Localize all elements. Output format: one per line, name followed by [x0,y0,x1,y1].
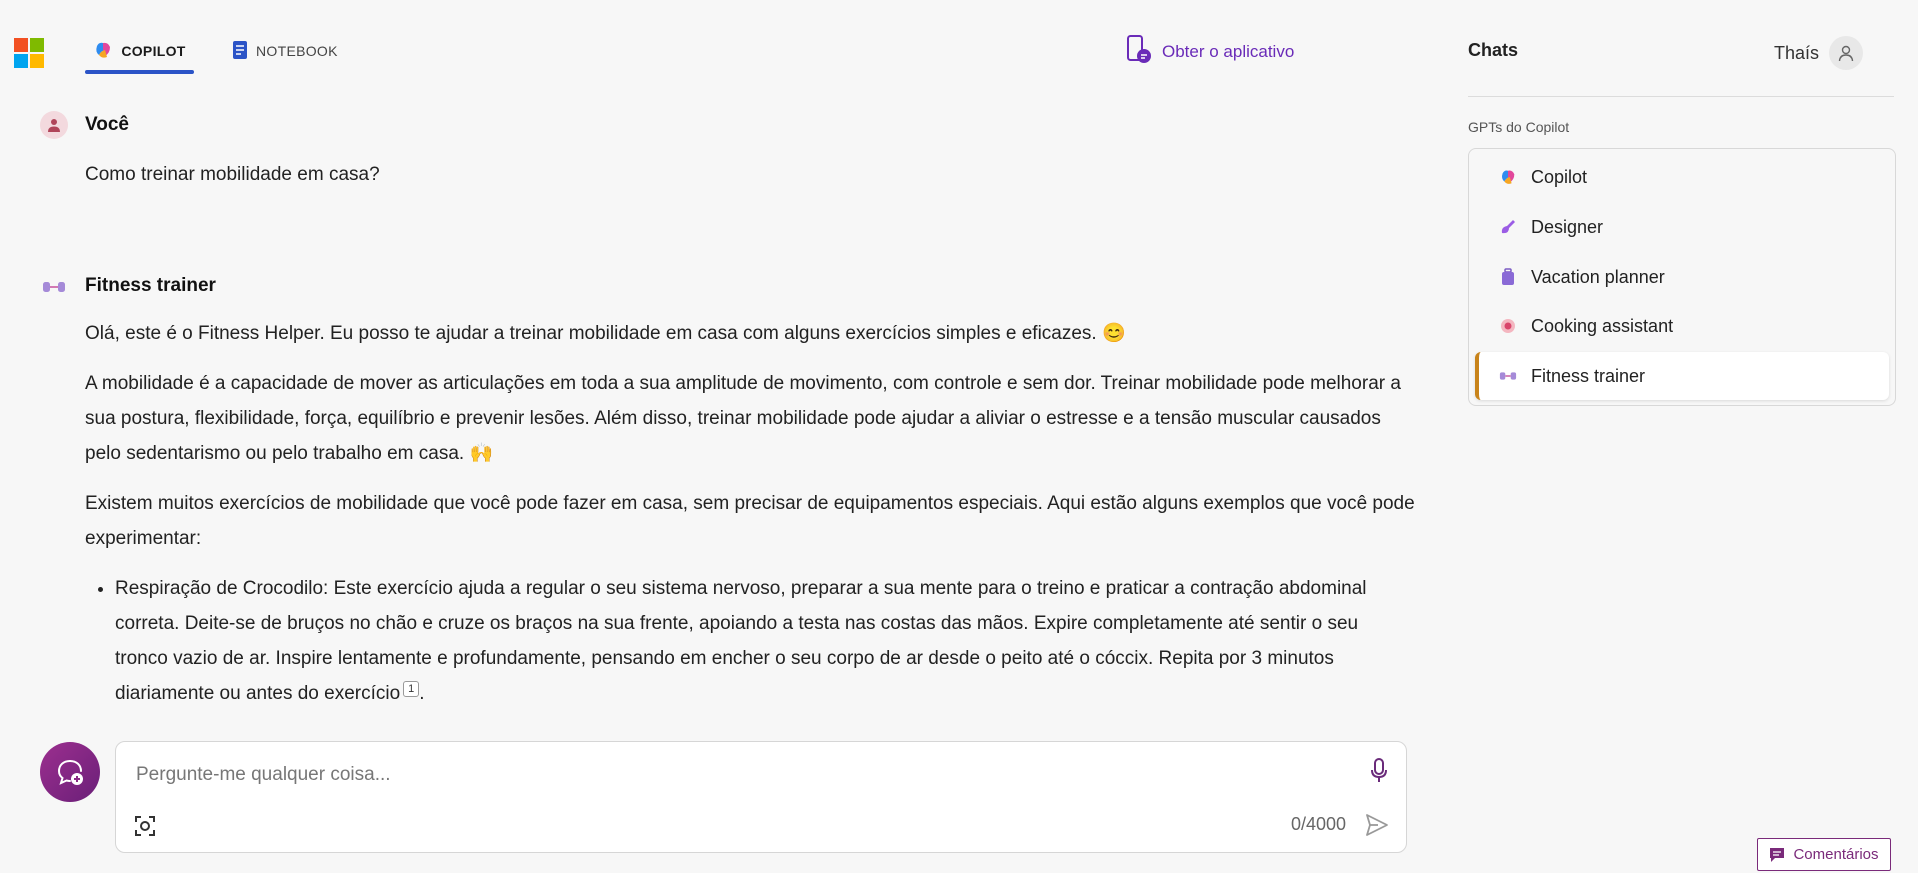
gpt-item-label: Vacation planner [1531,266,1665,287]
chats-title: Chats [1468,40,1519,60]
notebook-icon [232,40,248,63]
cooking-icon [1499,317,1517,335]
get-app-link[interactable]: Obter o aplicativo [1126,34,1294,69]
gpt-item-fitness-trainer[interactable]: Fitness trainer [1475,352,1889,400]
message-bullet-list: Respiração de Crocodilo: Este exercício … [85,571,1415,711]
copilot-icon [1499,168,1517,186]
gpt-item-vacation-planner[interactable]: Vacation planner [1475,253,1889,301]
logo-square-yellow [30,54,44,68]
message-paragraph: A mobilidade é a capacidade de mover as … [85,373,1401,464]
get-app-label: Obter o aplicativo [1162,41,1295,61]
tab-copilot-label: COPILOT [121,43,186,59]
gpt-item-copilot[interactable]: Copilot [1475,153,1889,201]
tab-notebook[interactable]: NOTEBOOK [232,28,338,74]
character-counter: 0/4000 [1290,814,1346,834]
assistant-sender-name: Fitness trainer [85,275,216,296]
copilot-icon [93,40,113,63]
gpts-section-label: GPTs do Copilot [1468,119,1570,135]
new-chat-icon [57,760,83,785]
gpt-item-label: Copilot [1531,166,1588,187]
citation-badge[interactable]: 1 [403,680,420,697]
logo-square-green [30,38,44,52]
gpt-item-cooking-assistant[interactable]: Cooking assistant [1475,302,1889,350]
comment-icon [1770,847,1785,862]
microphone-icon[interactable] [1370,758,1388,789]
dumbbell-icon [1499,367,1517,385]
tab-copilot[interactable]: COPILOT [85,28,194,74]
phone-icon [1126,34,1152,69]
microsoft-logo[interactable] [14,38,44,68]
active-tab-underline [85,70,194,74]
gpt-list: Copilot Designer Vacation planner Cookin… [1468,148,1896,406]
gpt-item-designer[interactable]: Designer [1475,203,1889,251]
logo-square-blue [14,54,28,68]
gpt-item-label: Designer [1531,216,1604,237]
user-sender-name: Você [85,114,130,135]
chat-composer: 0/4000 [115,741,1407,853]
list-item: Respiração de Crocodilo: Este exercício … [115,571,1415,711]
user-avatar [40,111,68,139]
feedback-label: Comentários [1793,846,1879,863]
tab-notebook-label: NOTEBOOK [256,43,338,59]
sidebar-divider [1468,96,1894,97]
list-item-suffix: . [419,683,425,704]
message-paragraph: Existem muitos exercícios de mobilidade … [85,493,1415,549]
assistant-message: Olá, este é o Fitness Helper. Eu posso t… [85,316,1415,711]
logo-square-red [14,38,28,52]
suitcase-icon [1499,268,1517,286]
send-icon[interactable] [1364,812,1390,843]
person-icon [48,119,60,132]
gpt-item-label: Cooking assistant [1531,315,1674,336]
message-paragraph: Olá, este é o Fitness Helper. Eu posso t… [85,323,1126,344]
dumbbell-icon [40,273,68,301]
user-account[interactable]: Thaís [1774,36,1864,70]
user-name: Thaís [1774,42,1820,63]
designer-icon [1499,218,1517,236]
visual-search-icon[interactable] [134,815,156,842]
avatar [1829,36,1864,70]
feedback-button[interactable]: Comentários [1757,838,1891,871]
person-icon [1838,45,1854,62]
gpt-item-label: Fitness trainer [1531,365,1646,386]
user-message-text: Como treinar mobilidade em casa? [85,164,380,185]
new-topic-button[interactable] [40,742,100,802]
chat-input[interactable] [134,756,1288,794]
list-item-text: Respiração de Crocodilo: Este exercício … [115,578,1367,704]
